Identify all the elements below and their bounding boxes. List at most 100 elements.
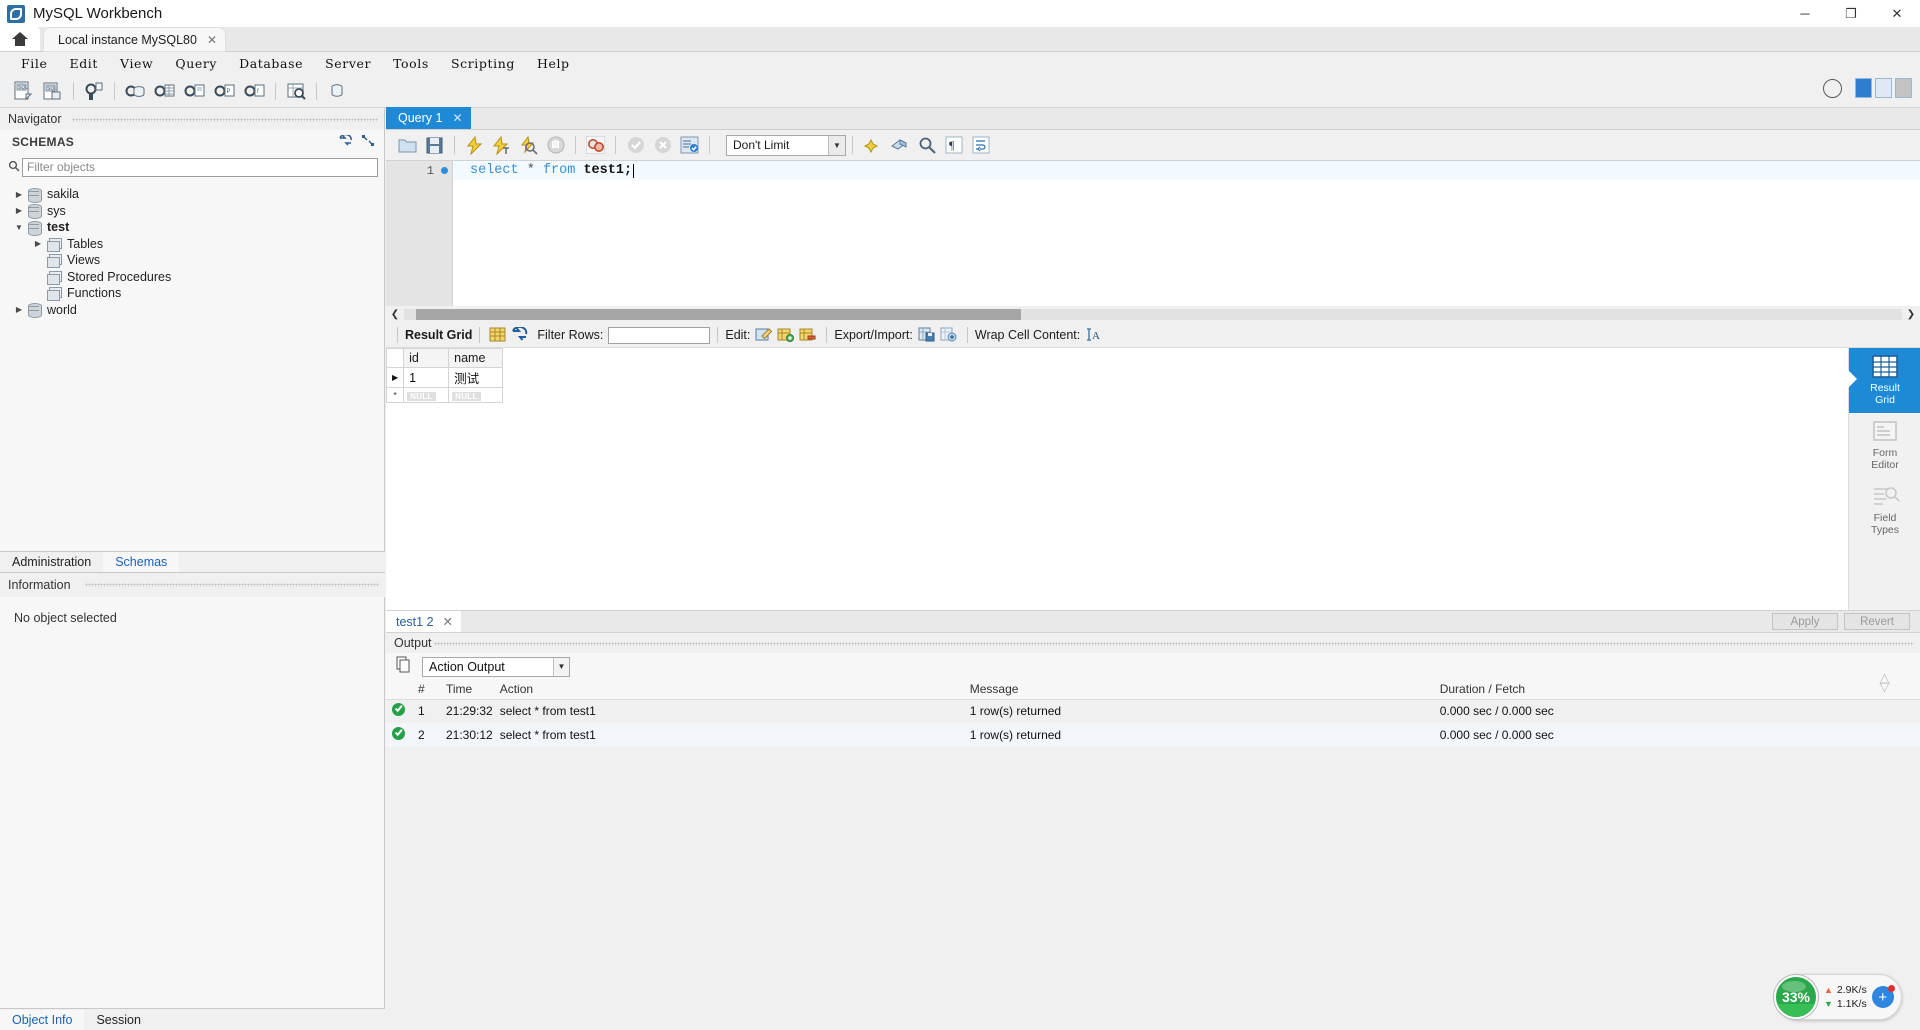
column-header-name[interactable]: name xyxy=(448,348,504,368)
tree-item-sys[interactable]: ▶ sys xyxy=(0,203,384,220)
menu-query[interactable]: Query xyxy=(164,54,228,73)
delete-row-icon[interactable] xyxy=(799,327,817,344)
chevron-right-icon[interactable]: ▶ xyxy=(29,239,47,248)
insert-row-icon[interactable] xyxy=(777,327,795,344)
commit-icon[interactable] xyxy=(623,133,648,158)
tab-schemas[interactable]: Schemas xyxy=(103,552,180,572)
beautify-icon[interactable] xyxy=(860,133,885,158)
new-sql-tab-icon[interactable]: SQL xyxy=(10,78,36,104)
grid-icon[interactable] xyxy=(489,327,507,344)
execute-icon[interactable] xyxy=(462,133,487,158)
show-invisible-chars-icon[interactable]: ¶ xyxy=(941,133,966,158)
close-button[interactable]: ✕ xyxy=(1874,0,1920,27)
table-row[interactable]: ▶ 1 测试 xyxy=(385,367,504,388)
new-view-icon[interactable] xyxy=(182,78,208,104)
new-row-placeholder[interactable]: * NULL NULL xyxy=(385,387,504,403)
sql-line-1[interactable]: select * from test1; xyxy=(454,161,1920,180)
resultset-tab-test1-2[interactable]: test1 2 ✕ xyxy=(386,610,462,633)
toggle-stop-on-error-icon[interactable] xyxy=(583,133,608,158)
find-icon[interactable] xyxy=(887,133,912,158)
tab-object-info[interactable]: Object Info xyxy=(0,1010,85,1030)
view-field-types[interactable]: Field Types xyxy=(1849,478,1920,543)
menu-scripting[interactable]: Scripting xyxy=(440,54,526,73)
copy-icon[interactable] xyxy=(396,656,412,678)
chevron-down-icon[interactable]: ▼ xyxy=(553,657,569,676)
maximize-button[interactable]: ❐ xyxy=(1828,0,1874,27)
tree-item-tables[interactable]: ▶ Tables xyxy=(0,236,384,253)
filter-rows-input[interactable] xyxy=(608,326,711,344)
new-function-icon[interactable]: f xyxy=(242,78,268,104)
chevron-down-icon[interactable]: ▼ xyxy=(10,223,28,232)
explain-icon[interactable] xyxy=(516,133,541,158)
edit-pencil-icon[interactable] xyxy=(755,327,773,344)
filter-objects-input[interactable]: Filter objects xyxy=(22,157,378,177)
cell-name[interactable]: 测试 xyxy=(448,367,504,388)
menu-help[interactable]: Help xyxy=(526,54,581,73)
apply-button[interactable]: Apply xyxy=(1772,613,1838,630)
import-recordset-icon[interactable] xyxy=(940,327,958,344)
menu-file[interactable]: File xyxy=(10,54,58,73)
scrollbar-thumb[interactable] xyxy=(416,309,1021,320)
result-grid-table[interactable]: id name ▶ 1 测试 * NULL NULL xyxy=(385,348,504,403)
stop-icon[interactable] xyxy=(543,133,568,158)
limit-rows-selector[interactable]: Don't Limit ▼ xyxy=(726,134,846,156)
refresh-arrows-icon[interactable] xyxy=(511,325,529,344)
collapse-expand-chevrons-icon[interactable]: △ ▽ xyxy=(1849,671,1920,693)
menu-server[interactable]: Server xyxy=(314,54,382,73)
menu-view[interactable]: View xyxy=(109,54,164,73)
revert-button[interactable]: Revert xyxy=(1844,613,1910,630)
refresh-icon[interactable] xyxy=(339,133,352,149)
scroll-left-icon[interactable]: ❮ xyxy=(386,309,404,320)
tree-item-stored-procedures[interactable]: Stored Procedures xyxy=(0,269,384,286)
search-data-icon[interactable] xyxy=(283,78,309,104)
help-circle-icon[interactable] xyxy=(1823,78,1842,98)
search-icon[interactable] xyxy=(914,133,939,158)
chevron-right-icon[interactable]: ▶ xyxy=(10,206,28,215)
menu-database[interactable]: Database xyxy=(228,54,314,73)
network-speed-widget[interactable]: 33% ▲ 2.9K/s ▼ 1.1K/s + xyxy=(1774,974,1902,1020)
reconnect-server-icon[interactable] xyxy=(324,78,350,104)
cell-name-null[interactable]: NULL xyxy=(448,387,504,403)
tree-item-world[interactable]: ▶ world xyxy=(0,302,384,319)
save-script-icon[interactable] xyxy=(422,133,447,158)
tree-item-sakila[interactable]: ▶ sakila xyxy=(0,186,384,203)
tree-item-functions[interactable]: Functions xyxy=(0,285,384,302)
column-header-id[interactable]: id xyxy=(403,348,450,368)
tree-item-views[interactable]: Views xyxy=(0,252,384,269)
close-icon[interactable]: ✕ xyxy=(452,111,462,125)
new-table-icon[interactable] xyxy=(152,78,178,104)
toggle-secondary-sidebar-button[interactable] xyxy=(1895,78,1912,98)
scroll-right-icon[interactable]: ❯ xyxy=(1902,309,1920,320)
home-tab[interactable] xyxy=(0,26,40,51)
sql-editor[interactable]: 1 select * from test1; ❮ ❯ xyxy=(386,161,1920,323)
chevron-right-icon[interactable]: ▶ xyxy=(10,190,28,199)
add-widget-button[interactable]: + xyxy=(1871,985,1895,1008)
view-form-editor[interactable]: Form Editor xyxy=(1849,413,1920,478)
new-connection-icon[interactable] xyxy=(81,78,107,104)
collapse-all-icon[interactable] xyxy=(362,135,374,149)
view-result-grid[interactable]: Result Grid xyxy=(1848,348,1920,413)
tab-session[interactable]: Session xyxy=(84,1010,152,1030)
cell-id[interactable]: 1 xyxy=(403,367,450,388)
close-icon[interactable]: ✕ xyxy=(207,33,217,47)
new-procedure-icon[interactable]: P xyxy=(212,78,238,104)
menu-tools[interactable]: Tools xyxy=(382,54,440,73)
connection-tab-local-instance[interactable]: Local instance MySQL80 ✕ xyxy=(44,28,226,51)
toggle-output-button[interactable] xyxy=(1875,78,1892,98)
tree-item-test[interactable]: ▼ test xyxy=(0,219,384,236)
editor-horizontal-scrollbar[interactable]: ❮ ❯ xyxy=(386,306,1920,323)
output-row[interactable]: 2 21:30:12 select * from test1 1 row(s) … xyxy=(386,723,1920,747)
tab-administration[interactable]: Administration xyxy=(0,552,103,572)
query-tab-1[interactable]: Query 1 ✕ xyxy=(386,107,471,129)
wrap-text-icon[interactable]: A xyxy=(1086,327,1104,344)
output-type-selector[interactable]: Action Output ▼ xyxy=(422,656,570,677)
rollback-icon[interactable] xyxy=(650,133,675,158)
export-recordset-icon[interactable] xyxy=(918,327,936,344)
open-sql-script-icon[interactable]: SQL xyxy=(40,78,66,104)
toggle-sidebar-button[interactable] xyxy=(1855,78,1872,98)
close-icon[interactable]: ✕ xyxy=(443,614,453,629)
minimize-button[interactable]: ─ xyxy=(1782,0,1828,27)
menu-edit[interactable]: Edit xyxy=(58,54,109,73)
autocommit-icon[interactable] xyxy=(677,133,702,158)
open-script-icon[interactable] xyxy=(395,133,420,158)
